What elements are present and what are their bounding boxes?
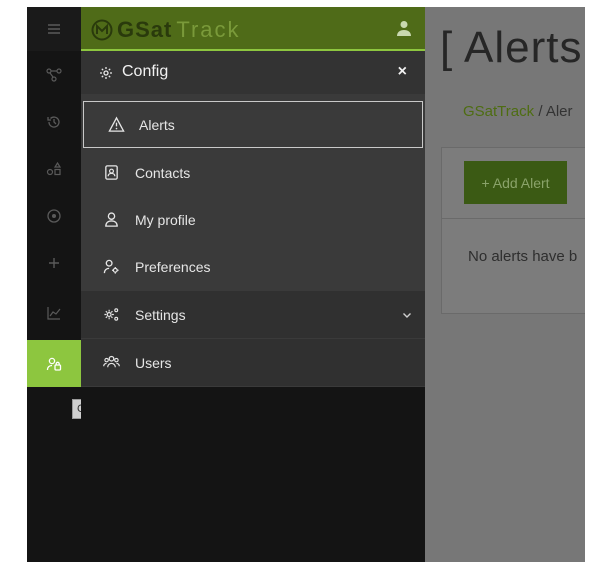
empty-state-text: No alerts have b	[468, 248, 578, 265]
warning-icon	[108, 116, 125, 132]
brand-logo[interactable]: GSat Track	[91, 17, 241, 43]
menu-item-label: Contacts	[135, 164, 191, 181]
rail-routes-button[interactable]	[27, 51, 81, 98]
add-alert-button[interactable]: + Add Alert	[464, 161, 567, 204]
menu-item-preferences[interactable]: Preferences	[81, 243, 425, 290]
menu-item-label: Alerts	[139, 116, 175, 133]
breadcrumb: GSatTrack / Aler	[463, 103, 573, 120]
chevron-down-icon[interactable]	[401, 309, 413, 321]
user-gear-icon	[103, 259, 119, 274]
alerts-page-background: [ Alerts GSatTrack / Aler + Add Alert No…	[425, 7, 585, 562]
menu-item-contacts[interactable]: Contacts	[81, 149, 425, 196]
page-title: [ Alerts	[440, 23, 583, 72]
menu-item-users[interactable]: Users	[81, 339, 425, 386]
chart-icon	[47, 306, 61, 320]
rail-menu-button[interactable]	[27, 7, 81, 51]
rail-shapes-button[interactable]	[27, 145, 81, 192]
menu-item-my-profile[interactable]: My profile	[81, 196, 425, 243]
menu-item-label: My profile	[135, 211, 196, 228]
history-icon	[47, 115, 60, 128]
plus-icon	[49, 257, 59, 268]
rail-reports-button[interactable]	[27, 289, 81, 336]
config-panel: Config × Alerts Contacts My profile Pref…	[81, 51, 425, 387]
rail-target-button[interactable]	[27, 192, 81, 239]
rail-add-button[interactable]	[27, 239, 81, 286]
card-divider	[442, 218, 585, 219]
icon-rail	[27, 7, 81, 562]
gears-icon	[104, 308, 119, 321]
panel-empty-area	[81, 387, 425, 562]
config-panel-header: Config ×	[81, 51, 425, 94]
menu-item-label: Preferences	[135, 258, 211, 275]
app-window: [ Alerts GSatTrack / Aler + Add Alert No…	[27, 7, 585, 562]
menu-item-label: Users	[135, 354, 172, 371]
brand-bar: GSat Track	[81, 7, 425, 51]
user-account-icon[interactable]	[395, 19, 413, 37]
menu-item-label: Settings	[135, 306, 186, 323]
menu-item-alerts[interactable]: Alerts	[83, 101, 423, 148]
menu-icon	[48, 24, 60, 34]
menu-item-settings[interactable]: Settings	[81, 291, 425, 338]
rail-history-button[interactable]	[27, 98, 81, 145]
breadcrumb-root-link[interactable]: GSatTrack	[463, 103, 534, 120]
config-panel-title: Config	[122, 63, 169, 80]
close-panel-button[interactable]: ×	[398, 63, 407, 81]
contacts-icon	[105, 165, 118, 180]
gear-icon	[100, 67, 112, 79]
target-icon	[47, 208, 61, 223]
routes-icon	[46, 67, 62, 82]
shapes-icon	[46, 161, 62, 175]
user-icon	[105, 212, 118, 227]
config-icon	[46, 357, 62, 371]
breadcrumb-current: Aler	[545, 103, 573, 120]
logo-text-light: Track	[176, 17, 241, 42]
logo-text-bold: GSat	[117, 17, 173, 42]
users-icon	[103, 355, 120, 368]
alerts-card: + Add Alert No alerts have b	[441, 147, 585, 314]
rail-config-button[interactable]	[27, 340, 81, 387]
breadcrumb-separator: /	[538, 103, 543, 120]
logo-mark-icon	[91, 19, 113, 41]
